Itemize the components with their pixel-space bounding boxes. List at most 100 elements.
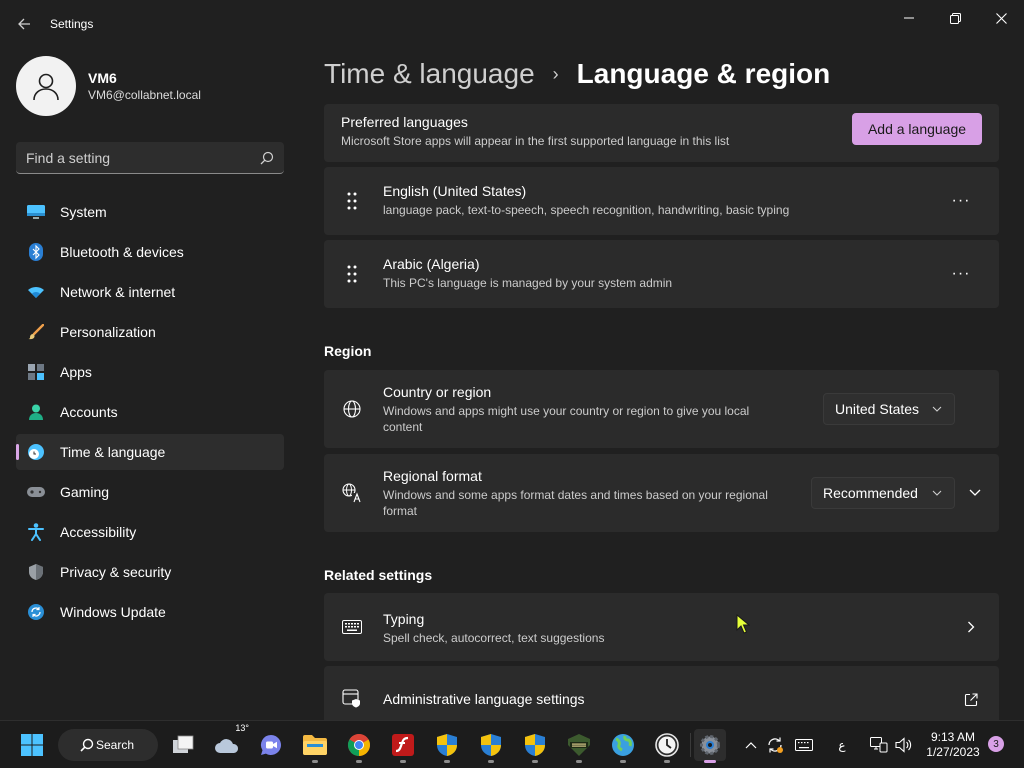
task-view-button[interactable] [167, 729, 199, 761]
clock-time: 9:13 AM [930, 730, 976, 744]
region-section-title: Region [324, 343, 372, 359]
sidebar-item-accounts[interactable]: Accounts [16, 394, 284, 430]
cloud-icon [215, 739, 239, 753]
add-language-button[interactable]: Add a language [852, 113, 982, 145]
show-hidden-icons-button[interactable] [742, 733, 760, 757]
input-language-indicator[interactable]: ع [830, 733, 854, 757]
search-input[interactable] [26, 149, 260, 166]
sidebar-item-label: Privacy & security [60, 564, 172, 580]
close-button[interactable] [978, 4, 1024, 32]
notification-badge[interactable]: 3 [988, 736, 1004, 752]
restore-button[interactable] [932, 4, 978, 32]
sidebar-item-gaming[interactable]: Gaming [16, 474, 284, 510]
drag-handle-icon[interactable] [346, 191, 358, 211]
sidebar-item-label: Accounts [60, 404, 118, 420]
minimize-button[interactable] [886, 4, 932, 32]
admin-shield-app-2[interactable] [475, 729, 507, 763]
gamepad-icon [26, 482, 46, 502]
chevron-down-icon [969, 489, 981, 496]
typing-description: Spell check, autocorrect, text suggestio… [383, 631, 605, 645]
admin-shield-app-3[interactable] [519, 729, 551, 763]
admin-language-title: Administrative language settings [383, 691, 585, 707]
globe-app-button[interactable] [607, 729, 639, 763]
regional-format-description: Windows and some apps format dates and t… [383, 488, 768, 518]
preferred-languages-card: Preferred languages Microsoft Store apps… [324, 104, 999, 162]
typing-card[interactable]: Typing Spell check, autocorrect, text su… [324, 593, 999, 661]
sidebar-item-personalization[interactable]: Personalization [16, 314, 284, 350]
running-indicator [444, 760, 450, 763]
drag-handle-icon[interactable] [346, 264, 358, 284]
app-title: Settings [50, 17, 94, 31]
sidebar-item-label: System [60, 204, 107, 220]
chat-button[interactable] [255, 729, 287, 761]
sidebar-item-system[interactable]: System [16, 194, 284, 230]
game-logo-icon [568, 734, 590, 756]
chrome-button[interactable] [343, 729, 375, 763]
network-tray-button[interactable] [868, 733, 890, 757]
expand-button[interactable] [965, 484, 985, 502]
sidebar-item-windows-update[interactable]: Windows Update [16, 594, 284, 630]
admin-language-settings-card[interactable]: Administrative language settings [324, 666, 999, 720]
shield-icon [26, 562, 46, 582]
start-button[interactable] [16, 729, 48, 761]
regional-format-card[interactable]: Regional format Windows and some apps fo… [324, 454, 999, 532]
file-explorer-button[interactable] [299, 729, 331, 763]
keyboard-tray-button[interactable] [792, 733, 816, 757]
sidebar-item-bluetooth[interactable]: Bluetooth & devices [16, 234, 284, 270]
bluetooth-icon [26, 242, 46, 262]
running-indicator [532, 760, 538, 763]
uac-shield-icon [525, 734, 545, 756]
running-indicator [488, 760, 494, 763]
sidebar-item-privacy-security[interactable]: Privacy & security [16, 554, 284, 590]
running-indicator [356, 760, 362, 763]
sidebar-item-apps[interactable]: Apps [16, 354, 284, 390]
regional-format-title: Regional format [383, 468, 482, 484]
person-icon [33, 73, 59, 101]
game-app-button[interactable] [563, 729, 595, 763]
country-region-dropdown[interactable]: United States [823, 393, 955, 425]
avatar [16, 56, 76, 116]
language-name: Arabic (Algeria) [383, 256, 480, 272]
volume-tray-button[interactable] [893, 733, 915, 757]
taskbar-search-button[interactable]: Search [58, 729, 158, 761]
language-item-arabic[interactable]: Arabic (Algeria) This PC's language is m… [324, 240, 999, 308]
clock-date-button[interactable]: 9:13 AM 1/27/2023 [920, 730, 986, 760]
folder-icon [303, 735, 327, 755]
flash-app-button[interactable] [387, 729, 419, 763]
speaker-icon [895, 737, 912, 753]
user-profile[interactable]: VM6 VM6@collabnet.local [16, 56, 201, 116]
running-indicator [400, 760, 406, 763]
settings-app-button[interactable] [694, 729, 726, 763]
admin-window-icon [342, 688, 362, 708]
clock-globe-icon [26, 442, 46, 462]
breadcrumb-parent-link[interactable]: Time & language [324, 58, 535, 90]
taskbar-search-label: Search [96, 738, 135, 752]
find-setting-search[interactable] [16, 142, 284, 174]
country-region-description: Windows and apps might use your country … [383, 404, 750, 434]
minimize-icon [904, 17, 914, 19]
dropdown-value: United States [835, 401, 920, 417]
language-item-english[interactable]: English (United States) language pack, t… [324, 167, 999, 235]
regional-format-dropdown[interactable]: Recommended [811, 477, 955, 509]
sidebar-item-network[interactable]: Network & internet [16, 274, 284, 310]
running-indicator [620, 760, 626, 763]
sync-tray-button[interactable] [764, 733, 786, 757]
more-options-button[interactable]: ··· [947, 191, 975, 211]
widgets-weather-button[interactable]: 13° [211, 723, 249, 761]
back-arrow-icon [18, 18, 30, 30]
weather-temperature: 13° [235, 723, 249, 733]
admin-shield-app-1[interactable] [431, 729, 463, 763]
language-detail: This PC's language is managed by your sy… [383, 276, 673, 290]
language-detail: language pack, text-to-speech, speech re… [383, 203, 790, 217]
running-indicator [704, 760, 716, 763]
more-options-button[interactable]: ··· [947, 264, 975, 284]
sidebar-item-accessibility[interactable]: Accessibility [16, 514, 284, 550]
wifi-icon [26, 282, 46, 302]
back-button[interactable] [10, 12, 38, 36]
clock-date: 1/27/2023 [926, 745, 980, 759]
sidebar-item-time-language[interactable]: Time & language [16, 434, 284, 470]
clock-app-button[interactable] [651, 729, 683, 763]
sidebar-item-label: Network & internet [60, 284, 176, 300]
person-icon [26, 402, 46, 422]
more-icon: ··· [951, 192, 971, 209]
